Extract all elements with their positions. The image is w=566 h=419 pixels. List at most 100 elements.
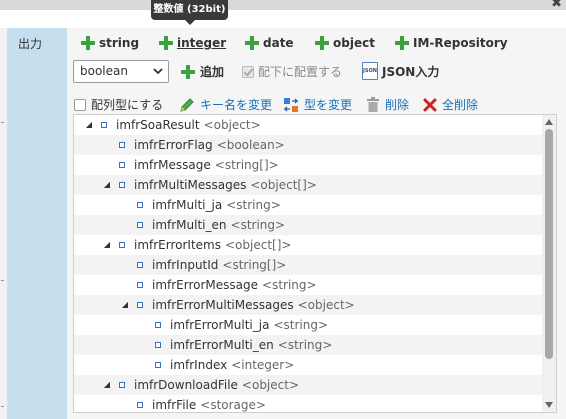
checkbox-icon xyxy=(242,65,254,78)
place-below-checkbox[interactable]: 配下に配置する xyxy=(242,63,342,80)
tree-node-label: imfrErrorMessage <string> xyxy=(152,275,317,295)
plus-icon xyxy=(395,36,409,50)
tree-node[interactable]: imfrIndex <integer> xyxy=(74,355,542,375)
tree-node[interactable]: imfrErrorMulti_en <string> xyxy=(74,335,542,355)
node-name: imfrSoaResult xyxy=(116,118,200,132)
tab-im-repository[interactable]: IM-Repository xyxy=(395,32,508,54)
tree-node[interactable]: ◢ imfrDownloadFile <object> xyxy=(74,375,542,395)
tree-node[interactable]: imfrFile <storage> xyxy=(74,395,542,412)
tab-date[interactable]: date xyxy=(245,32,294,54)
square-node-icon xyxy=(119,182,125,188)
delete-all-button[interactable]: 全削除 xyxy=(423,96,478,113)
square-node-icon xyxy=(155,342,161,348)
tree-node[interactable]: imfrInputId <string[]> xyxy=(74,255,542,275)
edge-tick xyxy=(1,280,4,281)
node-name: imfrErrorMulti_ja xyxy=(170,318,270,332)
tab-label: date xyxy=(263,36,294,50)
scrollbar-thumb[interactable] xyxy=(545,129,553,359)
tab-string[interactable]: string xyxy=(81,32,139,54)
swap-type-icon xyxy=(283,97,299,112)
sidebar: 出力 xyxy=(8,28,67,419)
node-name: imfrErrorMultiMessages xyxy=(152,298,294,312)
array-type-label: 配列型にする xyxy=(91,98,164,112)
rename-key-button[interactable]: キー名を変更 xyxy=(179,96,272,113)
node-type: <object[]> xyxy=(225,238,292,252)
close-icon[interactable]: ✖ xyxy=(551,0,562,10)
json-input-label: JSON入力 xyxy=(382,64,440,79)
triangle-expanded-icon[interactable]: ◢ xyxy=(120,295,130,315)
tab-integer[interactable]: integer xyxy=(159,32,226,54)
vertical-scrollbar[interactable] xyxy=(542,115,556,412)
tree-node[interactable]: ◢ imfrErrorItems <object[]> xyxy=(74,235,542,255)
sidebar-label: 出力 xyxy=(18,37,43,51)
tree-node-label: imfrMessage <string[]> xyxy=(134,155,279,175)
node-name: imfrFile xyxy=(152,398,197,412)
node-type: <string[]> xyxy=(222,258,287,272)
square-node-icon xyxy=(155,362,161,368)
tree-node-label: imfrMultiMessages <object[]> xyxy=(134,175,317,195)
tree-node-label: imfrErrorItems <object[]> xyxy=(134,235,291,255)
triangle-expanded-icon[interactable]: ◢ xyxy=(84,115,94,135)
toolbar: boolean 追加 配下に配置する JSON JSON入力 xyxy=(67,59,566,85)
node-name: imfrInputId xyxy=(152,258,219,272)
tab-label: object xyxy=(333,36,375,50)
tree-node[interactable]: ◢ imfrErrorMultiMessages <object> xyxy=(74,295,542,315)
tab-object[interactable]: object xyxy=(315,32,375,54)
plus-icon xyxy=(159,36,173,50)
trash-icon xyxy=(367,97,379,112)
tree-node[interactable]: imfrErrorFlag <boolean> xyxy=(74,135,542,155)
triangle-expanded-icon[interactable]: ◢ xyxy=(102,235,112,255)
scroll-up-icon[interactable] xyxy=(545,119,553,125)
node-name: imfrIndex xyxy=(170,358,228,372)
tree-node-label: imfrInputId <string[]> xyxy=(152,255,286,275)
node-name: imfrErrorItems xyxy=(134,238,221,252)
edge-tick xyxy=(1,406,4,407)
type-select[interactable]: boolean xyxy=(73,60,169,83)
node-type: <string[]> xyxy=(214,158,279,172)
type-tabs: string integer date object IM-Repository xyxy=(67,28,566,57)
delete-button[interactable]: 削除 xyxy=(366,96,409,113)
scroll-down-icon[interactable] xyxy=(545,402,553,408)
array-type-checkbox[interactable]: 配列型にする xyxy=(74,96,163,113)
node-type: <string> xyxy=(277,338,333,352)
type-select-value: boolean xyxy=(80,64,128,78)
tree-node[interactable]: imfrMessage <string[]> xyxy=(74,155,542,175)
tree-node-label: imfrIndex <integer> xyxy=(170,355,294,375)
tree-node[interactable]: imfrMulti_en <string> xyxy=(74,215,542,235)
square-node-icon xyxy=(137,202,143,208)
main-panel: string integer date object IM-Repository… xyxy=(67,28,566,419)
json-input-button[interactable]: JSON JSON入力 xyxy=(362,62,439,80)
add-button[interactable]: 追加 xyxy=(181,63,224,80)
tree-node-label: imfrFile <storage> xyxy=(152,395,266,412)
tree-node[interactable]: imfrErrorMessage <string> xyxy=(74,275,542,295)
node-name: imfrMessage xyxy=(134,158,211,172)
tree-node[interactable]: ◢ imfrSoaResult <object> xyxy=(74,115,542,135)
node-name: imfrDownloadFile xyxy=(134,378,238,392)
node-name: imfrErrorMulti_en xyxy=(170,338,274,352)
node-type: <object> xyxy=(297,298,355,312)
square-node-icon xyxy=(137,222,143,228)
square-node-icon xyxy=(119,142,125,148)
top-strip xyxy=(0,0,566,10)
triangle-expanded-icon[interactable]: ◢ xyxy=(102,375,112,395)
tree-node-label: imfrDownloadFile <object> xyxy=(134,375,299,395)
tree-node-label: imfrErrorMultiMessages <object> xyxy=(152,295,355,315)
tree-node[interactable]: imfrErrorMulti_ja <string> xyxy=(74,315,542,335)
tree-node[interactable]: ◢ imfrMultiMessages <object[]> xyxy=(74,175,542,195)
plus-icon xyxy=(81,36,95,50)
tree-node-label: imfrErrorFlag <boolean> xyxy=(134,135,285,155)
node-type: <object> xyxy=(203,118,261,132)
tab-label: string xyxy=(99,36,140,50)
chevron-down-icon xyxy=(153,68,163,75)
left-edge-panel xyxy=(0,28,8,419)
change-type-button[interactable]: 型を変更 xyxy=(283,96,352,113)
json-file-icon: JSON xyxy=(362,62,378,80)
node-name: imfrErrorMessage xyxy=(152,278,259,292)
tree-node[interactable]: imfrMulti_ja <string> xyxy=(74,195,542,215)
node-type: <string> xyxy=(226,198,281,212)
triangle-expanded-icon[interactable]: ◢ xyxy=(102,175,112,195)
node-type: <string> xyxy=(230,218,286,232)
tree-node-label: imfrMulti_en <string> xyxy=(152,215,285,235)
node-name: imfrMultiMessages xyxy=(134,178,247,192)
rename-key-label: キー名を変更 xyxy=(200,98,273,112)
